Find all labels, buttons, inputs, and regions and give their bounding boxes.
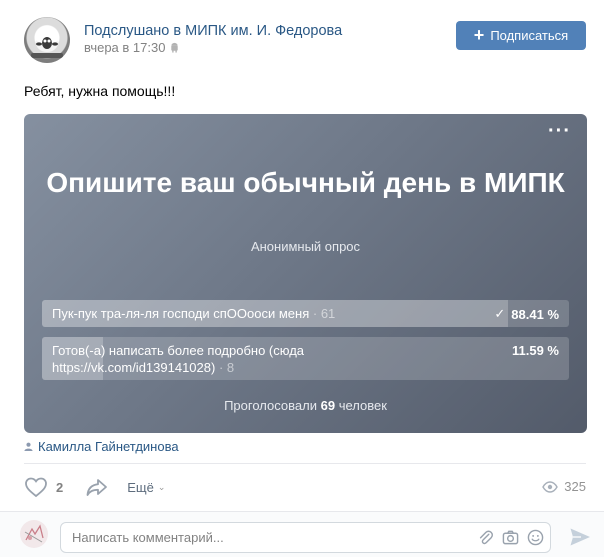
like-count: 2 (56, 479, 64, 495)
signer-name: Камилла Гайнетдинова (38, 439, 179, 454)
camera-icon[interactable] (502, 529, 519, 546)
check-icon: ✓ (494, 306, 506, 321)
poll-option-1-text: Пук-пук тра-ля-ля господи спООооси меня … (52, 306, 336, 321)
share-icon[interactable] (85, 477, 109, 497)
poll-total-count: 69 (320, 398, 336, 413)
poll-option-2-count: 8 (226, 360, 235, 375)
eye-icon (542, 480, 559, 493)
person-icon (24, 442, 33, 451)
divider (24, 463, 586, 464)
post-timestamp[interactable]: вчера в 17:30 (84, 40, 180, 55)
views-counter: 325 (542, 479, 586, 494)
views-count: 325 (564, 479, 586, 494)
more-label: Ещё (127, 479, 154, 495)
emoji-icon[interactable] (527, 529, 544, 546)
heart-icon (25, 477, 47, 498)
group-name-link[interactable]: Подслушано в МИПК им. И. Федорова (84, 23, 342, 39)
post-signer[interactable]: Камилла Гайнетдинова (24, 439, 179, 454)
plus-icon: + (473, 24, 485, 45)
post-text: Ребят, нужна помощь!!! (24, 83, 176, 99)
poll-option-2[interactable]: Готов(-а) написать более подробно (сюда … (42, 337, 569, 380)
group-avatar[interactable] (24, 17, 70, 63)
poll-option-1-percent: 88.41 % (511, 306, 559, 322)
post-actions: 2 Ещё ⌄ (24, 475, 165, 499)
poll-total-suffix: человек (338, 398, 387, 413)
subscribe-button[interactable]: + Подписаться (456, 21, 586, 50)
attach-icon[interactable] (477, 529, 494, 546)
android-icon (171, 42, 179, 53)
more-button[interactable]: Ещё ⌄ (127, 480, 165, 495)
poll-option-2-result: 11.59 % (512, 343, 559, 358)
subscribe-label: Подписаться (490, 28, 569, 43)
chevron-down-icon: ⌄ (157, 481, 166, 492)
poll-total-prefix: Проголосовали (224, 398, 317, 413)
poll-option-2-text: Готов(-а) написать более подробно (сюда … (52, 343, 305, 375)
poll-option-1-result: ✓ 88.41 % (494, 306, 559, 322)
comment-field[interactable] (60, 522, 551, 553)
sheep-avatar-image (31, 29, 63, 58)
poll-option-2-label: Готов(-а) написать более подробно (сюда … (52, 343, 305, 375)
my-avatar[interactable] (20, 520, 48, 548)
avatar-image (24, 524, 44, 543)
poll-title: Опишите ваш обычный день в МИПК (46, 167, 565, 198)
more-dots-icon[interactable]: ··· (548, 121, 571, 141)
poll-card: ··· Опишите ваш обычный день в МИПК Анон… (24, 114, 587, 433)
comment-input[interactable] (61, 523, 441, 552)
post-time-text: вчера в 17:30 (84, 40, 166, 55)
send-icon[interactable] (569, 527, 591, 547)
poll-option-1-count: 61 (320, 306, 336, 321)
like-button[interactable]: 2 (24, 476, 63, 498)
poll-option-1[interactable]: Пук-пук тра-ля-ля господи спООооси меня … (42, 300, 569, 327)
poll-total[interactable]: Проголосовали 69 человек (24, 398, 587, 413)
poll-type: Анонимный опрос (250, 239, 361, 254)
poll-option-2-percent: 11.59 % (512, 343, 559, 358)
comment-tools (477, 529, 544, 546)
poll-option-1-label: Пук-пук тра-ля-ля господи спООооси меня (52, 306, 310, 321)
